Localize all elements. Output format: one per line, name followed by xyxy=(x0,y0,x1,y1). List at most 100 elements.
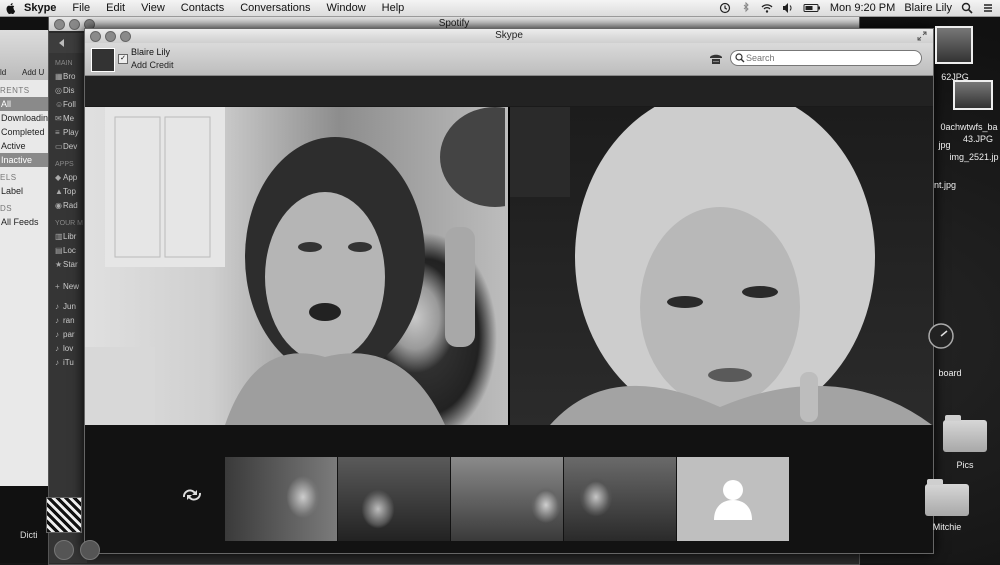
messages-icon: ✉ xyxy=(55,114,62,123)
playlist-item[interactable]: ♪ ran xyxy=(49,314,87,328)
search-field[interactable] xyxy=(730,50,922,66)
play-queue-icon: ≡ xyxy=(55,128,60,137)
volume-icon[interactable] xyxy=(782,2,794,14)
desktop-file-icon[interactable] xyxy=(935,26,975,66)
toolbar-label[interactable]: Add U xyxy=(22,68,44,77)
sidebar-section-main: MAIN xyxy=(55,60,73,67)
desktop-file-label[interactable]: 0achwtwfs_ba xyxy=(938,122,1000,132)
filter-all-feeds[interactable]: All Feeds xyxy=(0,215,50,229)
sidebar-item[interactable]: ✉Me xyxy=(49,112,87,126)
new-playlist-button[interactable]: + New xyxy=(49,280,87,294)
desktop-folder-label[interactable]: Mitchie xyxy=(922,522,972,532)
back-arrow-icon[interactable] xyxy=(57,38,67,48)
add-credit-link[interactable]: Add Credit xyxy=(131,60,174,70)
swap-video-icon[interactable] xyxy=(180,487,204,503)
filter-inactive[interactable]: Inactive xyxy=(0,153,50,167)
menu-view[interactable]: View xyxy=(141,2,165,14)
menu-conversations[interactable]: Conversations xyxy=(240,2,310,14)
close-button[interactable] xyxy=(90,31,101,42)
desktop-folder-label[interactable]: Pics xyxy=(940,460,990,470)
apple-logo-icon[interactable] xyxy=(6,2,16,14)
folder-icon[interactable] xyxy=(940,415,990,452)
search-input[interactable] xyxy=(746,51,914,65)
desktop-file-label[interactable]: 43.JPG xyxy=(958,134,998,144)
play-button[interactable] xyxy=(80,540,100,560)
minimize-button[interactable] xyxy=(105,31,116,42)
search-icon xyxy=(735,53,745,63)
sidebar-item[interactable]: ☺Foll xyxy=(49,98,87,112)
menu-contacts[interactable]: Contacts xyxy=(181,2,224,14)
desktop-file-icon[interactable] xyxy=(953,80,993,110)
sidebar-item[interactable]: ≡ Play xyxy=(49,126,87,140)
note-icon: ♪ xyxy=(55,344,59,353)
profile-name[interactable]: Blaire Lily xyxy=(131,47,170,57)
participant-thumbnail[interactable] xyxy=(225,457,337,541)
desktop-file-label[interactable]: jpg xyxy=(932,140,957,150)
menu-user-name[interactable]: Blaire Lily xyxy=(904,2,952,14)
menu-clock[interactable]: Mon 9:20 PM xyxy=(830,2,895,14)
filter-active[interactable]: Active xyxy=(0,139,50,153)
section-title: ELS xyxy=(0,173,17,182)
sidebar-item[interactable]: ▥Libr xyxy=(49,230,87,244)
dictionary-app-icon[interactable] xyxy=(46,497,82,533)
menu-file[interactable]: File xyxy=(72,2,90,14)
participant-thumbnail[interactable] xyxy=(677,457,789,541)
sidebar-section-apps: APPS xyxy=(55,161,74,168)
sidebar-item[interactable]: ★Star xyxy=(49,258,87,272)
participant-thumbnail[interactable] xyxy=(564,457,676,541)
desktop-file-label[interactable]: img_2521.jp xyxy=(948,152,1000,162)
video-frame-right xyxy=(510,107,932,425)
playlist-item[interactable]: ♪ Jun xyxy=(49,300,87,314)
star-icon: ★ xyxy=(55,260,63,269)
toolbar-label[interactable]: ld xyxy=(0,68,6,77)
time-machine-icon[interactable] xyxy=(719,2,731,14)
video-feed-left[interactable] xyxy=(85,107,508,425)
filter-label[interactable]: Label xyxy=(0,184,50,198)
menu-edit[interactable]: Edit xyxy=(106,2,125,14)
menu-window[interactable]: Window xyxy=(327,2,366,14)
video-feed-right[interactable] xyxy=(510,107,933,425)
spotlight-search-icon[interactable] xyxy=(961,2,973,14)
dial-pad-icon[interactable] xyxy=(709,53,723,65)
sidebar-item[interactable]: ◉Rad xyxy=(49,199,87,213)
close-button[interactable] xyxy=(54,19,65,30)
section-title: DS xyxy=(0,204,13,213)
sidebar-item[interactable]: ▦Bro xyxy=(49,70,87,84)
participant-thumbnails xyxy=(225,457,789,541)
avatar[interactable] xyxy=(91,48,115,72)
discover-icon: ◎ xyxy=(55,86,62,95)
status-check-icon[interactable]: ✓ xyxy=(118,54,128,64)
folder-icon[interactable] xyxy=(922,479,972,516)
dashboard-icon[interactable] xyxy=(926,322,956,358)
menu-help[interactable]: Help xyxy=(382,2,405,14)
playlist-item[interactable]: ♪ lov xyxy=(49,342,87,356)
playlist-item[interactable]: ♪ iTu xyxy=(49,356,87,370)
playlist-item[interactable]: ♪ par xyxy=(49,328,87,342)
spotify-nav xyxy=(49,33,87,53)
fullscreen-icon[interactable] xyxy=(917,31,927,41)
participant-thumbnail[interactable] xyxy=(338,457,450,541)
sidebar-item[interactable]: ◆ App xyxy=(49,171,87,185)
desktop-file-label[interactable]: nt.jpg xyxy=(930,180,960,190)
participant-thumbnail[interactable] xyxy=(451,457,563,541)
sidebar-item[interactable]: ▲Top xyxy=(49,185,87,199)
wifi-icon[interactable] xyxy=(761,2,773,14)
bluetooth-icon[interactable] xyxy=(740,2,752,14)
minimize-button[interactable] xyxy=(69,19,80,30)
sidebar-item[interactable]: ▭Dev xyxy=(49,140,87,154)
desktop-file-label[interactable]: Dicti xyxy=(20,530,38,540)
filter-downloading[interactable]: Downloading xyxy=(0,111,50,125)
notification-list-icon[interactable] xyxy=(982,2,994,14)
battery-icon[interactable] xyxy=(803,2,821,14)
top-lists-icon: ▲ xyxy=(55,187,63,196)
sidebar-item[interactable]: ▤Loc xyxy=(49,244,87,258)
filter-all[interactable]: All xyxy=(0,97,50,111)
previous-track-button[interactable] xyxy=(54,540,74,560)
zoom-button[interactable] xyxy=(120,31,131,42)
sidebar-item[interactable]: ◎Dis xyxy=(49,84,87,98)
background-window: ld Add U RENTS All Downloading Completed… xyxy=(0,30,51,486)
menu-app-name[interactable]: Skype xyxy=(24,2,56,14)
default-avatar-icon xyxy=(714,480,752,520)
filter-completed[interactable]: Completed xyxy=(0,125,50,139)
desktop-file-label[interactable]: board xyxy=(930,368,970,378)
